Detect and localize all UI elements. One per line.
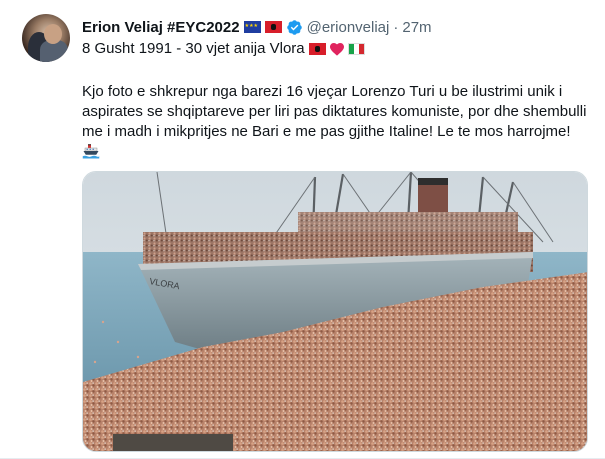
albania-flag-icon [264, 21, 282, 33]
eu-flag-icon [243, 20, 261, 33]
tweet[interactable]: Erion Veliaj #EYC2022 @erionveliaj · 27m… [0, 0, 605, 459]
separator-dot: · [393, 18, 399, 36]
author-handle[interactable]: @erionveliaj [307, 19, 390, 36]
date-line: 8 Gusht 1991 - 30 vjet anija Vlora [82, 40, 305, 57]
tweet-header: Erion Veliaj #EYC2022 @erionveliaj · 27m [82, 17, 432, 37]
ship-photo: VLORA [83, 172, 587, 451]
tweet-body: Kjo foto e shkrepur nga barezi 16 vjeçar… [82, 82, 592, 160]
albania-flag-icon [308, 42, 326, 55]
avatar[interactable] [22, 14, 70, 62]
tweet-time[interactable]: 27m [402, 19, 431, 36]
red-heart-icon [329, 42, 344, 56]
italy-flag-icon [347, 42, 365, 55]
verified-badge-icon [286, 19, 302, 35]
tweet-photo[interactable]: VLORA [82, 171, 588, 452]
tweet-first-line: 8 Gusht 1991 - 30 vjet anija Vlora [82, 40, 365, 57]
ship-icon [82, 144, 100, 159]
tweet-text: Kjo foto e shkrepur nga barezi 16 vjeçar… [82, 83, 587, 140]
author-name[interactable]: Erion Veliaj #EYC2022 [82, 19, 240, 36]
